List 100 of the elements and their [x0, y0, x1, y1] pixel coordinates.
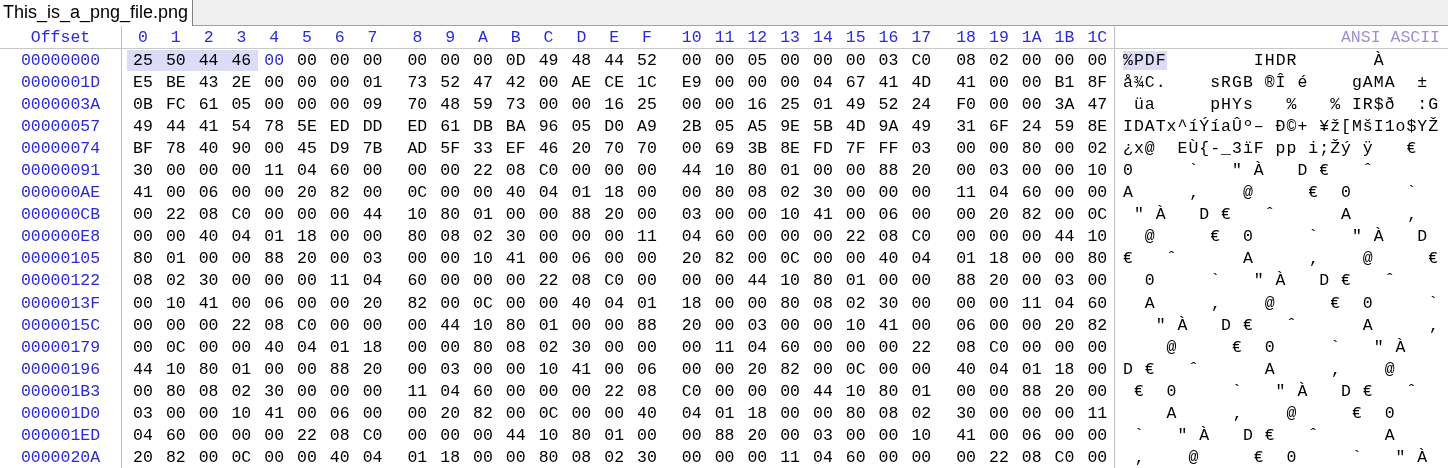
hex-byte[interactable]: 60 — [839, 447, 873, 468]
hex-byte[interactable]: 52 — [433, 71, 467, 93]
hex-byte[interactable]: 33 — [466, 137, 500, 159]
hex-byte[interactable]: 00 — [597, 358, 631, 380]
hex-byte[interactable]: 10 — [708, 160, 741, 181]
hex-byte[interactable]: 00 — [904, 182, 938, 204]
hex-byte[interactable]: 00 — [192, 447, 225, 468]
hex-byte[interactable]: 10 — [904, 425, 938, 447]
hex-byte[interactable]: 40 — [257, 336, 291, 358]
hex-byte[interactable]: 00 — [126, 292, 160, 314]
hex-byte[interactable]: 00 — [225, 336, 258, 358]
hex-byte[interactable]: 00 — [290, 93, 324, 115]
hex-byte[interactable]: 04 — [806, 447, 840, 468]
hex-byte[interactable]: 25 — [126, 49, 160, 71]
hex-byte[interactable]: 00 — [949, 292, 983, 314]
hex-byte[interactable]: D9 — [323, 137, 357, 159]
hex-byte[interactable]: 11 — [708, 336, 741, 358]
hex-byte[interactable]: 18 — [290, 226, 324, 248]
hex-byte[interactable]: 22 — [225, 314, 258, 336]
hex-byte[interactable]: 00 — [1015, 248, 1049, 270]
hex-byte[interactable]: 8E — [773, 137, 807, 159]
hex-byte[interactable]: 00 — [356, 314, 389, 336]
hex-byte[interactable]: 46 — [225, 49, 258, 71]
hex-byte[interactable]: DB — [466, 115, 500, 137]
hex-byte[interactable]: 00 — [532, 226, 565, 248]
hex-byte[interactable]: 00 — [466, 49, 500, 71]
hex-byte[interactable]: 00 — [1015, 314, 1049, 336]
hex-byte[interactable]: 00 — [400, 358, 434, 380]
hex-byte[interactable]: 82 — [159, 447, 193, 468]
hex-byte[interactable]: 00 — [949, 204, 983, 226]
hex-byte[interactable]: 60 — [400, 270, 434, 292]
hex-byte[interactable]: 22 — [597, 380, 631, 402]
hex-byte[interactable]: 80 — [773, 292, 807, 314]
hex-byte[interactable]: 00 — [290, 358, 324, 380]
hex-byte[interactable]: 88 — [564, 204, 598, 226]
hex-byte[interactable]: 00 — [708, 358, 741, 380]
hex-byte[interactable]: 00 — [708, 93, 741, 115]
hex-byte[interactable]: 00 — [290, 447, 324, 468]
hex-byte[interactable]: 80 — [400, 226, 434, 248]
hex-byte[interactable]: BF — [126, 137, 160, 159]
hex-byte[interactable]: 20 — [290, 248, 324, 270]
hex-byte[interactable]: 42 — [499, 71, 533, 93]
hex-byte[interactable]: 00 — [773, 49, 807, 71]
hex-byte[interactable]: 82 — [400, 292, 434, 314]
hex-byte[interactable]: 00 — [290, 204, 324, 226]
hex-byte[interactable]: 03 — [806, 425, 840, 447]
hex-byte[interactable]: 00 — [872, 182, 905, 204]
hex-byte[interactable]: 00 — [904, 270, 938, 292]
hex-byte[interactable]: 18 — [433, 447, 467, 468]
hex-byte[interactable]: 00 — [126, 314, 160, 336]
hex-byte[interactable]: 02 — [839, 292, 873, 314]
hex-byte[interactable]: 49 — [904, 115, 938, 137]
hex-byte[interactable]: 00 — [597, 314, 631, 336]
hex-byte[interactable]: 00 — [675, 182, 709, 204]
hex-byte[interactable]: 08 — [257, 314, 291, 336]
hex-byte[interactable]: 18 — [675, 292, 709, 314]
hex-byte[interactable]: 5E — [290, 115, 324, 137]
hex-byte[interactable]: 22 — [839, 226, 873, 248]
hex-byte[interactable]: 03 — [126, 403, 160, 425]
hex-byte[interactable]: 00 — [773, 226, 807, 248]
hex-byte[interactable]: 00 — [708, 292, 741, 314]
hex-byte[interactable]: 50 — [159, 49, 193, 71]
hex-byte[interactable]: 00 — [290, 380, 324, 402]
hex-byte[interactable]: 00 — [323, 248, 357, 270]
hex-byte[interactable]: 80 — [532, 447, 565, 468]
hex-byte[interactable]: 10 — [159, 292, 193, 314]
hex-byte[interactable]: 00 — [773, 71, 807, 93]
hex-byte[interactable]: 0D — [499, 49, 533, 71]
hex-byte[interactable]: 3A — [1048, 93, 1081, 115]
hex-byte[interactable]: 00 — [740, 447, 774, 468]
hex-byte[interactable]: 00 — [290, 71, 324, 93]
hex-byte[interactable]: 00 — [839, 425, 873, 447]
hex-byte[interactable]: 00 — [630, 248, 664, 270]
hex-byte[interactable]: 00 — [1048, 137, 1081, 159]
hex-byte[interactable]: 03 — [675, 204, 709, 226]
hex-byte[interactable]: 0C — [400, 182, 434, 204]
hex-byte[interactable]: 20 — [356, 358, 389, 380]
hex-byte[interactable]: 08 — [949, 49, 983, 71]
hex-byte[interactable]: 44 — [499, 425, 533, 447]
hex-byte[interactable]: 00 — [225, 248, 258, 270]
hex-byte[interactable]: 41 — [806, 204, 840, 226]
hex-byte[interactable]: 00 — [225, 292, 258, 314]
hex-byte[interactable]: 18 — [356, 336, 389, 358]
hex-byte[interactable]: 00 — [806, 49, 840, 71]
hex-byte[interactable]: C0 — [904, 226, 938, 248]
hex-byte[interactable]: 00 — [806, 403, 840, 425]
hex-byte[interactable]: 00 — [433, 182, 467, 204]
hex-byte[interactable]: 00 — [257, 358, 291, 380]
hex-byte[interactable]: 00 — [597, 160, 631, 181]
hex-byte[interactable]: 00 — [1080, 336, 1114, 358]
hex-byte[interactable]: 04 — [904, 248, 938, 270]
hex-byte[interactable]: 00 — [499, 447, 533, 468]
hex-byte[interactable]: 00 — [806, 160, 840, 181]
hex-byte[interactable]: E5 — [126, 71, 160, 93]
hex-byte[interactable]: 00 — [257, 182, 291, 204]
hex-byte[interactable]: 70 — [630, 137, 664, 159]
hex-byte[interactable]: 30 — [126, 160, 160, 181]
hex-byte[interactable]: 00 — [1015, 336, 1049, 358]
hex-byte[interactable]: 00 — [323, 226, 357, 248]
hex-byte[interactable]: 00 — [257, 49, 291, 71]
